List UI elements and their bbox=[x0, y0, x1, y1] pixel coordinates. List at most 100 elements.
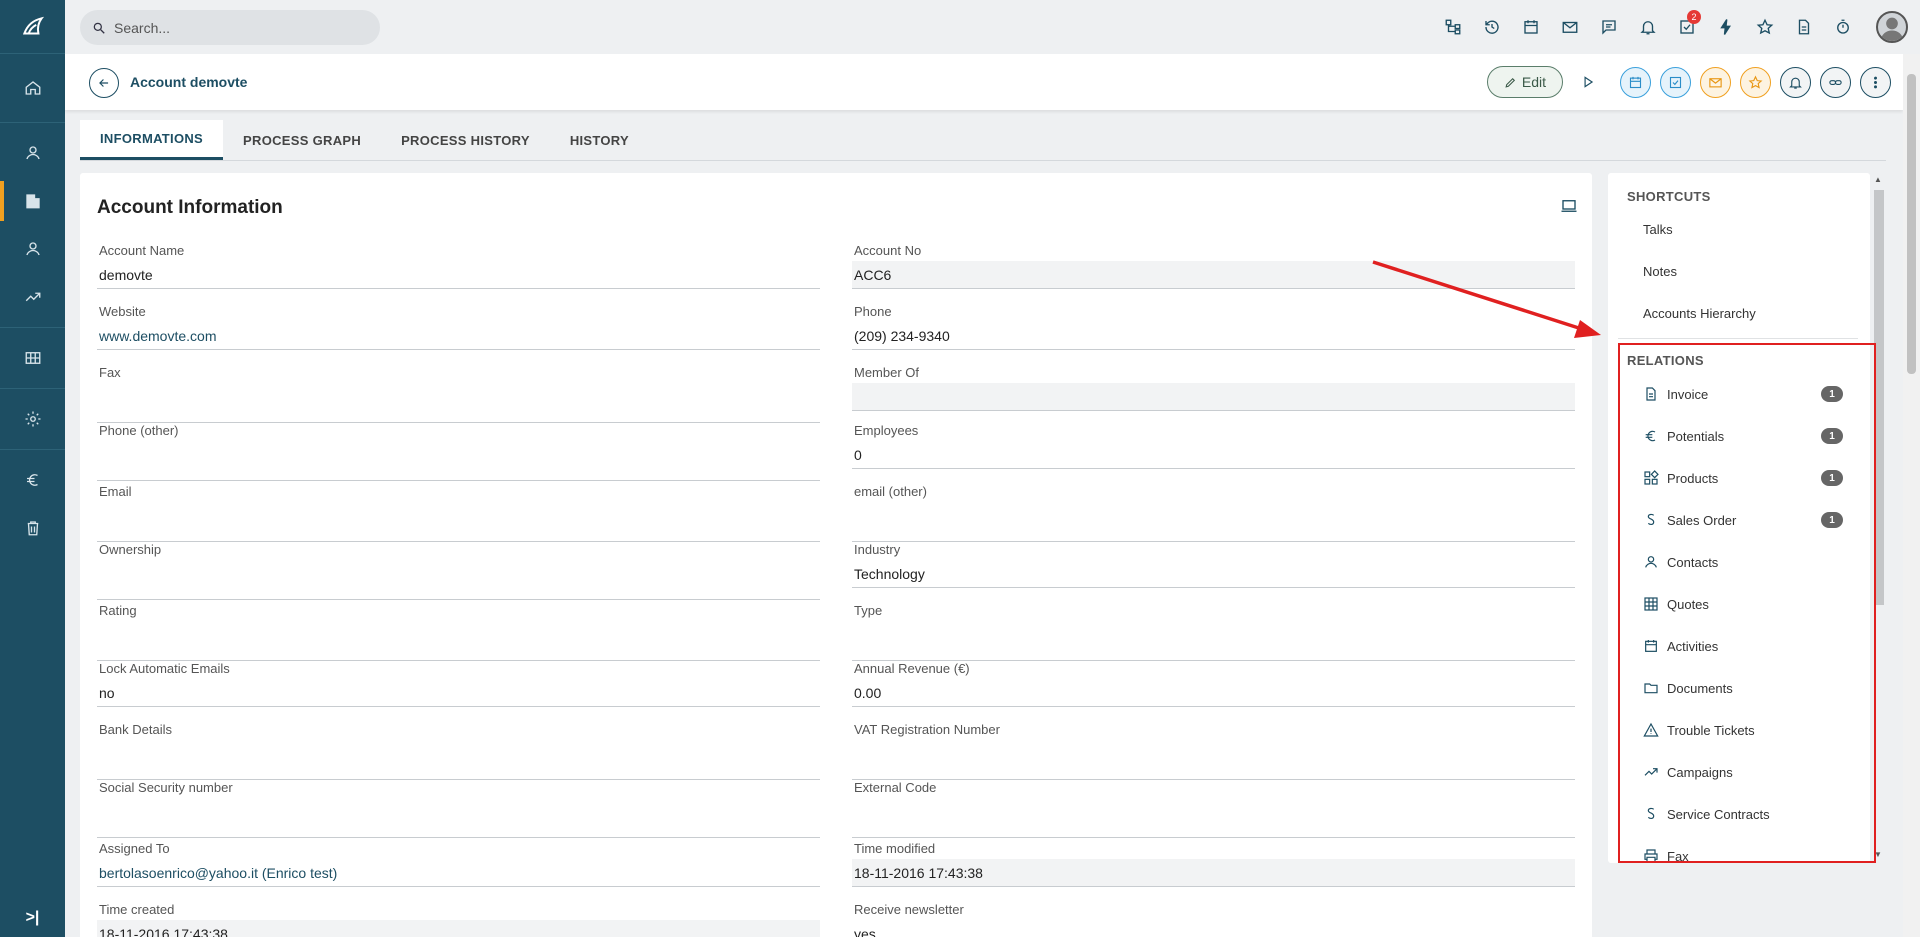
field-value[interactable] bbox=[852, 810, 1575, 838]
field-value[interactable] bbox=[852, 514, 1575, 542]
nav-trash[interactable] bbox=[0, 504, 65, 552]
field-value[interactable]: 0.00 bbox=[852, 679, 1575, 707]
app-logo[interactable] bbox=[0, 0, 65, 54]
page-scrollbar[interactable] bbox=[1903, 54, 1920, 937]
relation-activities[interactable]: Activities bbox=[1643, 634, 1843, 658]
calendar-button[interactable] bbox=[1511, 12, 1550, 42]
shortcut-notes[interactable]: Notes bbox=[1643, 264, 1677, 279]
folder-icon bbox=[1644, 683, 1658, 694]
expand-sidebar-icon[interactable]: >| bbox=[0, 909, 65, 927]
nav-apps[interactable] bbox=[0, 334, 65, 382]
nav-leads[interactable] bbox=[0, 129, 65, 177]
shortcut-accounts-hierarchy[interactable]: Accounts Hierarchy bbox=[1643, 306, 1756, 321]
field-value[interactable] bbox=[852, 752, 1575, 780]
add-event-button[interactable] bbox=[1620, 66, 1651, 98]
relation-fax[interactable]: Fax bbox=[1643, 844, 1843, 863]
field-value[interactable] bbox=[852, 383, 1575, 411]
field-value[interactable] bbox=[97, 752, 820, 780]
run-process-button[interactable] bbox=[1573, 66, 1603, 98]
relation-products[interactable]: Products 1 bbox=[1643, 466, 1843, 490]
hierarchy-button[interactable] bbox=[1433, 12, 1472, 42]
field-account-name: Account Name demovte bbox=[97, 241, 820, 289]
page-scroll-thumb[interactable] bbox=[1907, 74, 1916, 374]
history-button[interactable] bbox=[1472, 12, 1511, 42]
field-value[interactable]: 0 bbox=[852, 441, 1575, 469]
nav-accounts[interactable] bbox=[0, 177, 65, 225]
relation-label: Fax bbox=[1667, 848, 1689, 864]
relation-documents[interactable]: Documents bbox=[1643, 676, 1843, 700]
user-avatar[interactable] bbox=[1876, 11, 1908, 43]
favorite-button[interactable] bbox=[1740, 66, 1771, 98]
relation-trouble-tickets[interactable]: Trouble Tickets bbox=[1643, 718, 1843, 742]
search-box[interactable] bbox=[80, 10, 380, 45]
search-input[interactable] bbox=[114, 19, 354, 36]
relation-label: Service Contracts bbox=[1667, 806, 1770, 822]
send-email-button[interactable] bbox=[1700, 66, 1731, 98]
panel-scroll-thumb[interactable] bbox=[1874, 190, 1884, 605]
relation-campaigns[interactable]: Campaigns bbox=[1643, 760, 1843, 784]
tab-informations[interactable]: INFORMATIONS bbox=[80, 120, 224, 160]
documents-button[interactable] bbox=[1784, 12, 1823, 42]
nav-finance[interactable] bbox=[0, 456, 65, 504]
nav-potentials[interactable] bbox=[0, 273, 65, 321]
tab-history[interactable]: HISTORY bbox=[550, 120, 649, 160]
chat-icon bbox=[1601, 20, 1616, 35]
field-value[interactable]: no bbox=[97, 679, 820, 707]
tasks-button[interactable]: 2 bbox=[1667, 10, 1706, 42]
link-button[interactable] bbox=[1820, 66, 1851, 98]
document-icon bbox=[1798, 19, 1809, 35]
field-value[interactable] bbox=[97, 633, 820, 661]
layout-toggle-button[interactable] bbox=[1560, 197, 1578, 220]
follow-button[interactable] bbox=[1780, 66, 1811, 98]
relation-label: Campaigns bbox=[1667, 764, 1733, 780]
nav-settings[interactable] bbox=[0, 395, 65, 443]
tab-process-graph[interactable]: PROCESS GRAPH bbox=[223, 120, 381, 160]
mail-button[interactable] bbox=[1550, 12, 1589, 42]
edit-button[interactable]: Edit bbox=[1486, 66, 1563, 98]
field-value[interactable]: yes bbox=[852, 920, 1575, 937]
tab-process-history[interactable]: PROCESS HISTORY bbox=[381, 120, 550, 160]
relation-potentials[interactable]: Potentials 1 bbox=[1643, 424, 1843, 448]
field-value[interactable] bbox=[97, 395, 820, 423]
field-value[interactable] bbox=[97, 572, 820, 600]
relation-quotes[interactable]: Quotes bbox=[1643, 592, 1843, 616]
field-value[interactable]: demovte bbox=[97, 261, 820, 289]
field-value[interactable]: Technology bbox=[852, 560, 1575, 588]
field-label: Rating bbox=[99, 603, 137, 618]
quick-actions-button[interactable] bbox=[1706, 12, 1745, 42]
edit-label: Edit bbox=[1521, 74, 1546, 90]
field-value[interactable] bbox=[97, 453, 820, 481]
scroll-up-icon[interactable]: ▲ bbox=[1874, 175, 1882, 184]
field-value[interactable]: (209) 234-9340 bbox=[852, 322, 1575, 350]
website-link[interactable]: www.demovte.com bbox=[97, 322, 820, 350]
count-badge: 1 bbox=[1821, 512, 1843, 528]
timer-button[interactable] bbox=[1823, 12, 1862, 42]
relation-service-contracts[interactable]: Service Contracts bbox=[1643, 802, 1843, 826]
field-value[interactable] bbox=[97, 514, 820, 542]
relation-sales-order[interactable]: Sales Order 1 bbox=[1643, 508, 1843, 532]
field-value[interactable] bbox=[97, 810, 820, 838]
document-icon bbox=[1646, 387, 1656, 401]
relation-invoice[interactable]: Invoice 1 bbox=[1643, 382, 1843, 406]
field-value: 18-11-2016 17:43:38 bbox=[852, 859, 1575, 887]
assigned-user-link[interactable]: bertolasoenrico@yahoo.it (Enrico test) bbox=[97, 859, 820, 887]
more-button[interactable] bbox=[1860, 66, 1891, 98]
nav-home[interactable] bbox=[0, 64, 65, 112]
nav-contacts[interactable] bbox=[0, 225, 65, 273]
shortcut-talks[interactable]: Talks bbox=[1643, 222, 1673, 237]
field-label: Account Name bbox=[99, 243, 185, 258]
field-phone-other: Phone (other) bbox=[97, 421, 820, 481]
header-actions: Edit bbox=[1486, 66, 1891, 98]
tabs-divider bbox=[80, 160, 1886, 161]
notifications-button[interactable] bbox=[1628, 12, 1667, 42]
field-value[interactable] bbox=[852, 633, 1575, 661]
back-button[interactable] bbox=[89, 68, 119, 98]
relation-contacts[interactable]: Contacts bbox=[1643, 550, 1843, 574]
chat-button[interactable] bbox=[1589, 12, 1628, 42]
favorites-button[interactable] bbox=[1745, 12, 1784, 42]
add-task-button[interactable] bbox=[1660, 66, 1691, 98]
contact-icon bbox=[25, 242, 40, 256]
top-icons: 2 bbox=[1433, 0, 1920, 54]
monitor-icon bbox=[1561, 200, 1577, 212]
scroll-down-icon[interactable]: ▼ bbox=[1874, 850, 1882, 859]
